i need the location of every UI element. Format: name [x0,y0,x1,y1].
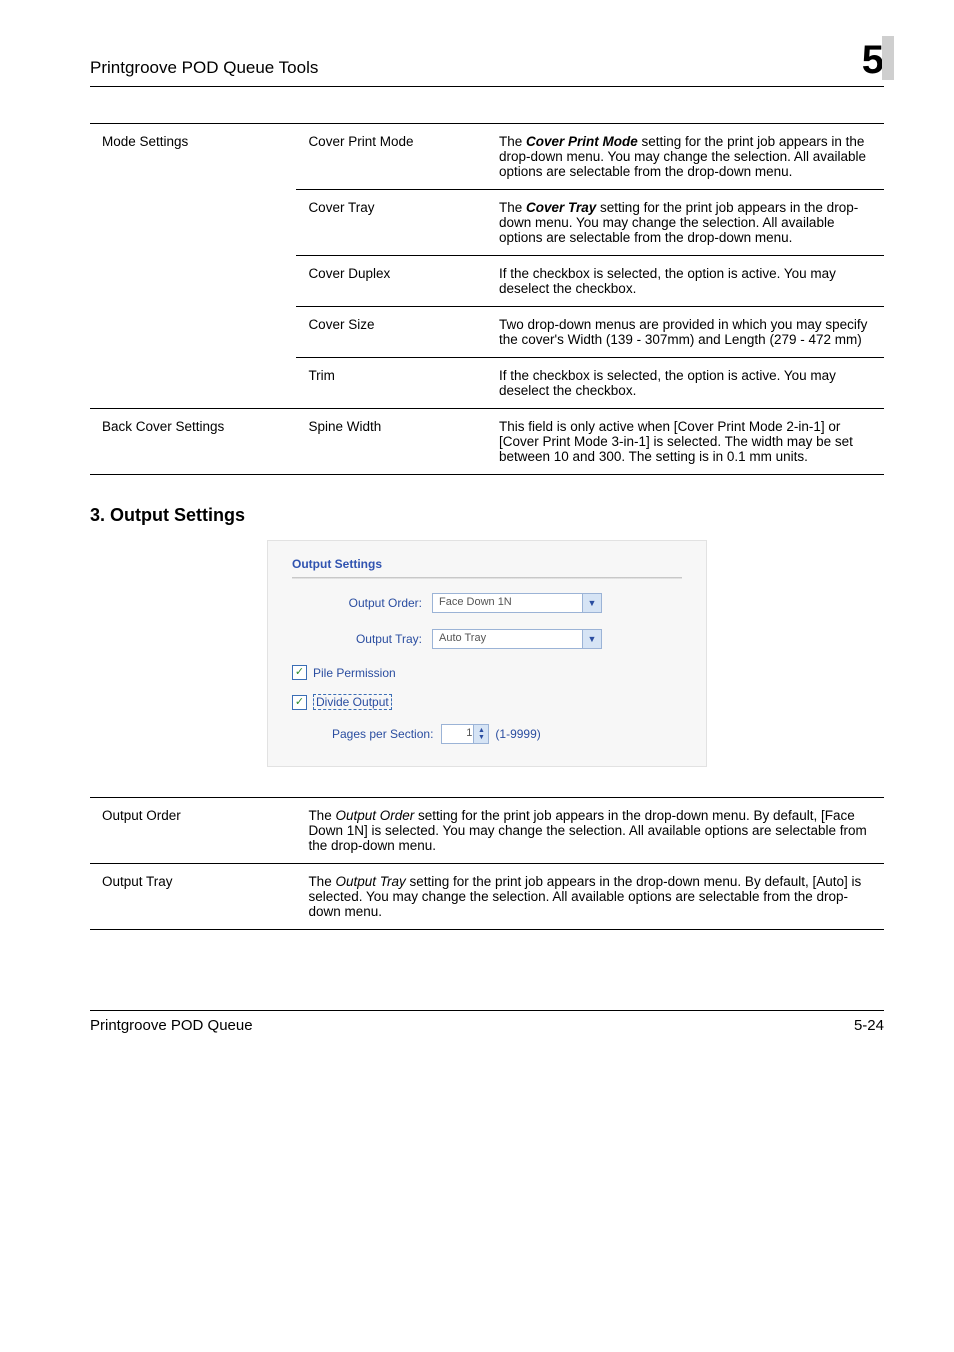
pages-per-section-stepper[interactable]: 1 ▲▼ [441,724,489,744]
output-tray-select[interactable]: Auto Tray ▼ [432,629,602,649]
cell: The Cover Tray setting for the print job… [487,190,884,256]
pages-per-section-row: Pages per Section: 1 ▲▼ (1-9999) [332,724,682,744]
cell: The Cover Print Mode setting for the pri… [487,124,884,190]
divide-output-label: Divide Output [313,694,392,710]
text: The [308,808,335,823]
output-order-row: Output Order: Face Down 1N ▼ [292,593,682,613]
cell: Output Order [90,798,296,864]
chapter-shadow [882,36,894,80]
text-bold: Output Tray [335,874,405,889]
chapter-number: 5 [862,38,884,82]
cell: Output Tray [90,864,296,930]
panel-title: Output Settings [292,557,682,571]
table-row: Back Cover Settings Spine Width This fie… [90,409,884,475]
cell: Cover Size [296,307,487,358]
text: Two drop-down menus are provided in whic… [499,317,867,347]
output-tray-row: Output Tray: Auto Tray ▼ [292,629,682,649]
cell: Cover Tray [296,190,487,256]
output-order-select[interactable]: Face Down 1N ▼ [432,593,602,613]
text-bold: Output Order [335,808,414,823]
divide-output-checkbox[interactable]: ✓ [292,695,307,710]
cell: Spine Width [296,409,487,475]
text: The [499,134,526,149]
output-desc-table: Output Order The Output Order setting fo… [90,797,884,930]
panel-rule [292,577,682,579]
text: The [308,874,335,889]
section-heading: 3. Output Settings [90,505,884,526]
chevron-down-icon: ▼ [582,630,601,648]
chevron-down-icon: ▼ [582,594,601,612]
cell-mode-settings: Mode Settings [90,124,296,409]
cell: If the checkbox is selected, the option … [487,358,884,409]
pages-per-section-value: 1 [466,727,472,739]
text: The [499,200,526,215]
chapter-box: 5 [862,40,884,80]
output-order-label: Output Order: [292,596,432,610]
cell: Two drop-down menus are provided in whic… [487,307,884,358]
cell-back-cover: Back Cover Settings [90,409,296,475]
page-footer: Printgroove POD Queue 5-24 [90,1010,884,1034]
output-tray-value: Auto Tray [439,632,486,644]
text: If the checkbox is selected, the option … [499,266,836,296]
text-bold: Cover Print Mode [526,134,638,149]
pile-permission-row: ✓ Pile Permission [292,665,682,680]
pages-per-section-range: (1-9999) [495,727,540,741]
cell: Cover Duplex [296,256,487,307]
table-row: Output Order The Output Order setting fo… [90,798,884,864]
divide-output-row: ✓ Divide Output [292,694,682,710]
text: If the checkbox is selected, the option … [499,368,836,398]
pages-per-section-label: Pages per Section: [332,727,433,741]
header-title: Printgroove POD Queue Tools [90,58,318,78]
pile-permission-checkbox[interactable]: ✓ [292,665,307,680]
output-settings-panel: Output Settings Output Order: Face Down … [267,540,707,767]
footer-right: 5-24 [854,1017,884,1034]
table-row: Output Tray The Output Tray setting for … [90,864,884,930]
panel-wrap: Output Settings Output Order: Face Down … [90,540,884,767]
cell: Cover Print Mode [296,124,487,190]
output-tray-label: Output Tray: [292,632,432,646]
text: This field is only active when [Cover Pr… [499,419,853,464]
cell: The Output Order setting for the print j… [296,798,884,864]
output-order-value: Face Down 1N [439,596,512,608]
stepper-arrows-icon: ▲▼ [473,725,488,743]
footer-left: Printgroove POD Queue [90,1017,253,1034]
page-header: Printgroove POD Queue Tools 5 [90,40,884,87]
cell: If the checkbox is selected, the option … [487,256,884,307]
text-bold: Cover Tray [526,200,596,215]
cell: The Output Tray setting for the print jo… [296,864,884,930]
pile-permission-label: Pile Permission [313,666,396,680]
cell: Trim [296,358,487,409]
mode-settings-table: Mode Settings Cover Print Mode The Cover… [90,123,884,475]
cell: This field is only active when [Cover Pr… [487,409,884,475]
table-row: Mode Settings Cover Print Mode The Cover… [90,124,884,190]
